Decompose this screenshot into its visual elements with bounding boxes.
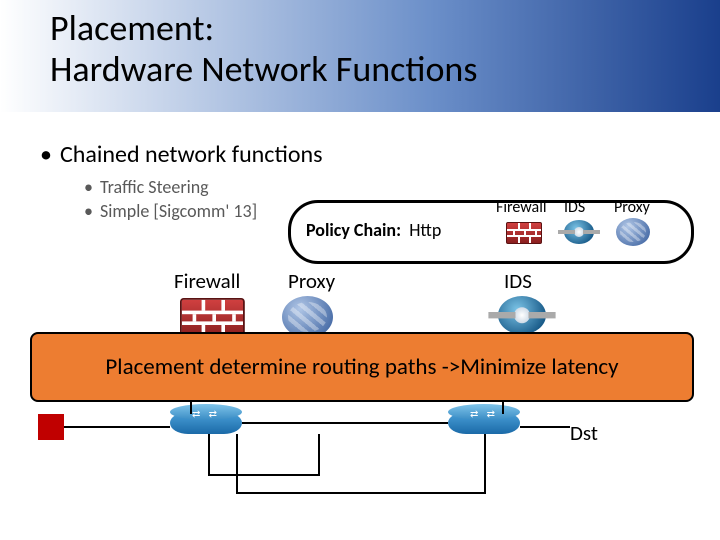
edge-loop2-c xyxy=(484,434,486,494)
title-line2: Hardware Network Functions xyxy=(50,47,477,91)
bullet-simple: Simple [Sigcomm' 13] xyxy=(100,200,257,222)
switch-left: ⇄ ⇄ xyxy=(170,412,242,434)
bullet-traffic-steering: Traffic Steering xyxy=(100,176,209,198)
node-proxy-label: Proxy xyxy=(288,268,335,294)
node-ids-icon xyxy=(498,296,528,320)
edge-sw1-sw2 xyxy=(242,422,448,424)
policy-proxy-icon xyxy=(616,218,650,246)
bullet-chained: Chained network functions xyxy=(60,140,322,169)
policy-ids-icon xyxy=(564,220,594,244)
src-box xyxy=(38,414,64,440)
policy-chain-label: Policy Chain: Http xyxy=(306,219,441,241)
edge-loop2-b xyxy=(236,492,486,494)
slide-title: Placement: Hardware Network Functions xyxy=(50,8,477,91)
node-fw-label: Firewall xyxy=(174,268,240,294)
title-line1: Placement: xyxy=(50,6,214,50)
policy-chain-proto: Http xyxy=(409,219,441,241)
banner-box: Placement determine routing paths ->Mini… xyxy=(30,332,694,402)
node-proxy-icon xyxy=(282,296,316,324)
edge-loop1-c xyxy=(318,434,320,476)
edge-src-sw1 xyxy=(64,426,170,428)
policy-proxy-label: Proxy xyxy=(614,198,650,217)
node-dst-label: Dst xyxy=(570,420,598,446)
policy-chain-prefix: Policy Chain: xyxy=(306,219,401,241)
edge-up-ids-a xyxy=(502,400,504,414)
edge-loop2-a xyxy=(236,434,238,494)
edge-up-fw-a xyxy=(190,400,192,414)
edge-loop1-b xyxy=(208,474,320,476)
policy-fw-icon xyxy=(506,222,542,244)
edge-sw2-dst xyxy=(520,426,570,428)
node-ids-label: IDS xyxy=(504,268,532,294)
edge-loop1-a xyxy=(208,434,210,476)
policy-fw-label: Firewall xyxy=(496,198,547,217)
policy-ids-label: IDS xyxy=(564,198,585,217)
switch-right: ⇄ ⇄ xyxy=(448,412,520,434)
banner-text: Placement determine routing paths ->Mini… xyxy=(105,353,618,381)
